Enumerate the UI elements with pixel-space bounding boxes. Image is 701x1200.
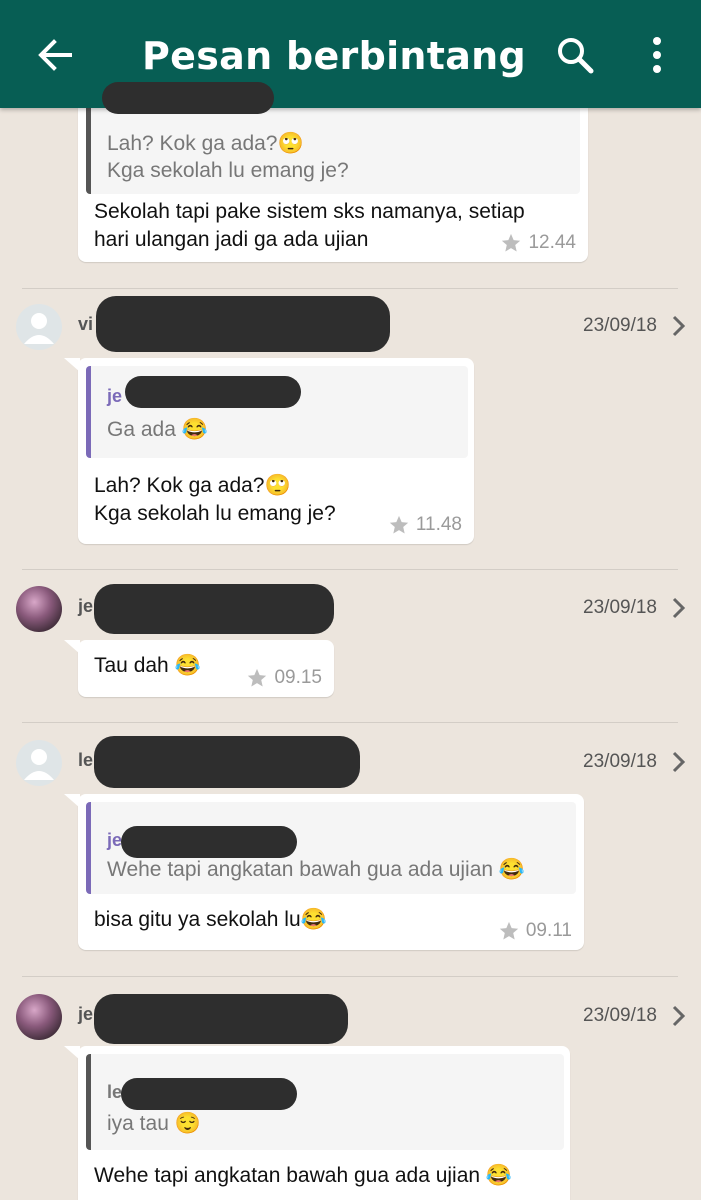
quoted-message[interactable]: le iya tau 😌 — [86, 1054, 564, 1150]
more-vert-icon[interactable] — [642, 34, 672, 76]
divider — [22, 569, 678, 570]
star-icon — [248, 668, 267, 687]
message-meta: 11.48 — [388, 514, 462, 536]
message-bubble[interactable]: Tau dah 😂 09.15 — [64, 640, 334, 697]
redacted-name — [121, 826, 297, 858]
avatar[interactable] — [16, 304, 62, 350]
message-text: Lah? Kok ga ada?🙄 Kga sekolah lu emang j… — [94, 474, 336, 525]
message-text: Wehe tapi angkatan bawah gua ada ujian 😂 — [94, 1164, 513, 1187]
message-bubble[interactable]: je Ga ada 😂 Lah? Kok ga ada?🙄 Kga sekola… — [64, 358, 474, 544]
redacted-name — [94, 584, 334, 634]
quoted-message[interactable]: je Wehe tapi angkatan bawah gua ada ujia… — [86, 802, 576, 894]
sender-name: vi — [78, 314, 94, 334]
message-meta: 09.15 — [246, 667, 322, 689]
redacted-name — [121, 1078, 297, 1110]
message-time: 09.11 — [525, 920, 572, 941]
sender-name: je — [78, 596, 94, 616]
message-meta: 09.11 — [498, 920, 572, 942]
quoted-text: iya tau 😌 — [107, 1112, 201, 1135]
message-bubble[interactable]: le iya tau 😌 Wehe tapi angkatan bawah gu… — [64, 1046, 570, 1200]
star-icon — [499, 921, 519, 940]
message-text: Tau dah 😂 — [94, 654, 201, 677]
chevron-right-icon[interactable] — [671, 596, 687, 620]
message-meta: 12.44 — [500, 232, 576, 254]
message-bubble[interactable]: Lah? Kok ga ada?🙄 Kga sekolah lu emang j… — [78, 88, 588, 262]
quoted-text: Ga ada 😂 — [107, 418, 208, 441]
page-title: Pesan berbintang — [142, 34, 527, 78]
message-date: 23/09/18 — [583, 751, 657, 772]
message-time: 09.15 — [274, 667, 322, 688]
avatar[interactable] — [16, 740, 62, 786]
redacted-name — [94, 736, 360, 788]
divider — [22, 288, 678, 289]
starred-messages-list[interactable]: Lah? Kok ga ada?🙄 Kga sekolah lu emang j… — [0, 0, 701, 1200]
quoted-text: Lah? Kok ga ada?🙄 Kga sekolah lu emang j… — [107, 132, 349, 182]
chevron-right-icon[interactable] — [671, 314, 687, 338]
arrow-back-icon[interactable] — [34, 34, 76, 76]
quoted-sender: le — [107, 1082, 123, 1102]
redacted-name — [102, 82, 274, 114]
star-icon — [502, 233, 521, 252]
avatar[interactable] — [16, 994, 62, 1040]
message-time: 11.48 — [415, 514, 462, 535]
chevron-right-icon[interactable] — [671, 750, 687, 774]
message-date: 23/09/18 — [583, 597, 657, 618]
message-date: 23/09/18 — [583, 1005, 657, 1026]
search-icon[interactable] — [554, 34, 596, 76]
chevron-right-icon[interactable] — [671, 1004, 687, 1028]
message-header[interactable]: le 23/09/18 — [0, 736, 701, 792]
avatar[interactable] — [16, 586, 62, 632]
sender-name: le — [78, 750, 94, 770]
quoted-sender: je — [107, 386, 123, 406]
message-time: 12.44 — [528, 232, 576, 253]
message-bubble[interactable]: je Wehe tapi angkatan bawah gua ada ujia… — [64, 794, 584, 950]
message-header[interactable]: je 23/09/18 — [0, 990, 701, 1046]
message-text: bisa gitu ya sekolah lu😂 — [94, 908, 327, 931]
redacted-name — [96, 296, 390, 352]
message-header[interactable]: je 23/09/18 — [0, 582, 701, 638]
quoted-sender: je — [107, 830, 123, 850]
message-header[interactable]: vi 23/09/18 — [0, 296, 701, 356]
quoted-message[interactable]: je Ga ada 😂 — [86, 366, 468, 458]
redacted-name — [125, 376, 301, 408]
message-date: 23/09/18 — [583, 315, 657, 336]
divider — [22, 976, 678, 977]
divider — [22, 722, 678, 723]
redacted-name — [94, 994, 348, 1044]
sender-name: je — [78, 1004, 94, 1024]
message-text: Sekolah tapi pake sistem sks namanya, se… — [94, 200, 525, 251]
quoted-text: Wehe tapi angkatan bawah gua ada ujian 😂 — [107, 858, 526, 881]
star-icon — [389, 515, 409, 534]
